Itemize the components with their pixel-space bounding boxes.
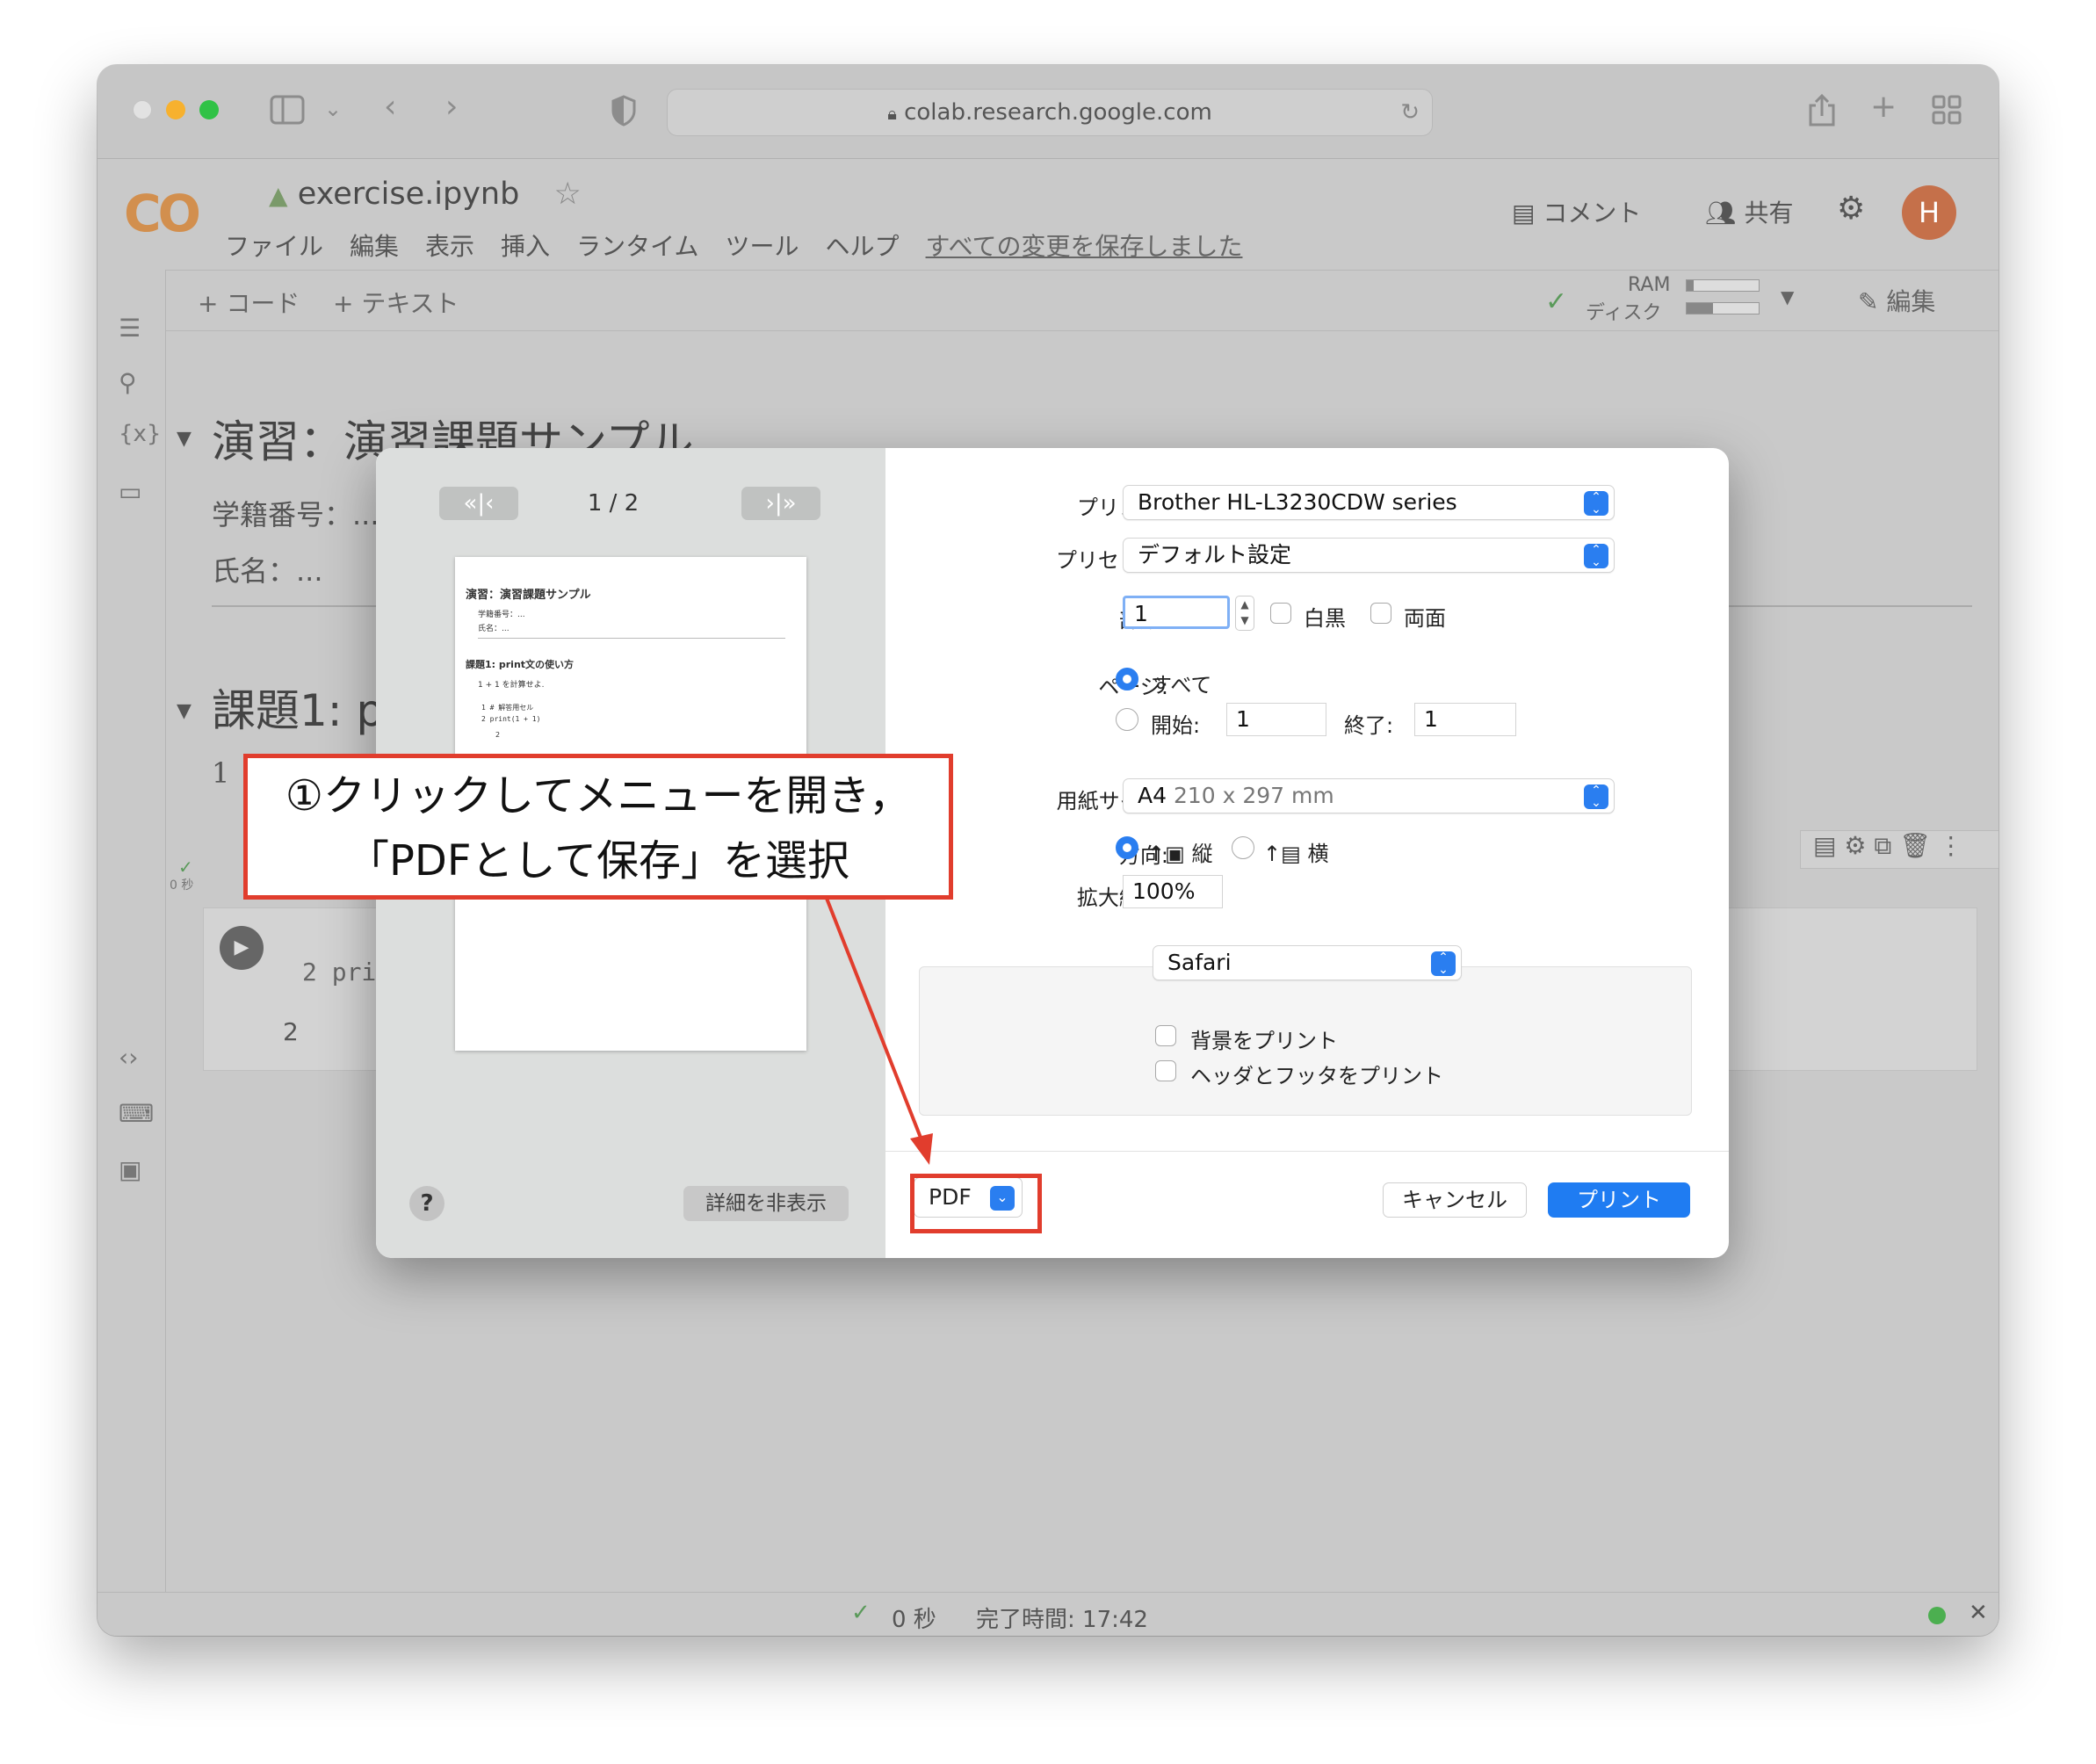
annotation-line-2: 「PDFとして保存」を選択 xyxy=(346,836,850,886)
annotation-line-1: ①クリックしてメニューを開き， xyxy=(285,771,912,821)
annotation-callout: ①クリックしてメニューを開き， 「PDFとして保存」を選択 xyxy=(243,754,953,900)
